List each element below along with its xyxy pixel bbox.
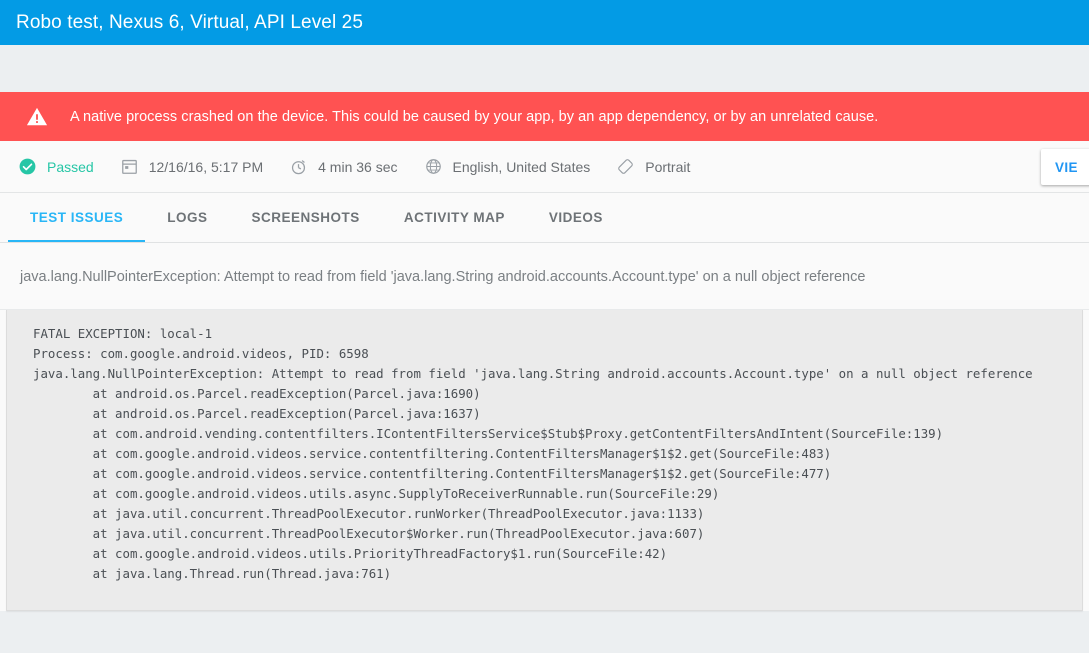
- stack-trace-line: FATAL EXCEPTION: local-1: [33, 326, 213, 341]
- calendar-icon: [121, 159, 137, 174]
- app-bar: Robo test, Nexus 6, Virtual, API Level 2…: [0, 0, 1089, 45]
- status-label: Passed: [47, 158, 94, 175]
- globe-icon: [425, 159, 441, 174]
- tab-test-issues[interactable]: TEST ISSUES: [8, 193, 146, 242]
- tab-test-issues-label: TEST ISSUES: [30, 210, 124, 225]
- tab-logs[interactable]: LOGS: [145, 193, 229, 242]
- stack-trace-line: at com.google.android.videos.utils.Prior…: [33, 546, 668, 561]
- screen-rotation-icon: [618, 159, 634, 174]
- exception-summary[interactable]: java.lang.NullPointerException: Attempt …: [0, 243, 1089, 310]
- tab-logs-label: LOGS: [167, 210, 208, 225]
- stopwatch-icon: [292, 160, 306, 175]
- stack-trace-line: at com.google.android.videos.service.con…: [33, 446, 832, 461]
- view-button-label: VIE: [1055, 159, 1078, 175]
- tab-activity-map-label: ACTIVITY MAP: [403, 210, 505, 225]
- meta-item-orientation: Portrait: [616, 157, 690, 176]
- check-circle-icon: [19, 158, 36, 175]
- stack-trace-line: at android.os.Parcel.readException(Parce…: [33, 386, 481, 401]
- tab-videos-label: VIDEOS: [548, 210, 603, 225]
- error-banner: A native process crashed on the device. …: [0, 92, 1089, 141]
- warning-triangle-icon: [26, 107, 48, 125]
- meta-item-date: 12/16/16, 5:17 PM: [120, 157, 263, 176]
- meta-item-locale: English, United States: [424, 157, 591, 176]
- stack-trace-line: at java.util.concurrent.ThreadPoolExecut…: [33, 506, 705, 521]
- stack-trace-line: Process: com.google.android.videos, PID:…: [33, 346, 369, 361]
- test-meta-strip: Passed 12/16/16, 5:17 PM 4 min 36 sec En…: [0, 141, 1089, 193]
- stack-trace-log[interactable]: FATAL EXCEPTION: local-1 Process: com.goo…: [6, 310, 1083, 611]
- tab-screenshots-label: SCREENSHOTS: [251, 210, 360, 225]
- tab-activity-map[interactable]: ACTIVITY MAP: [382, 193, 527, 242]
- stack-trace-line: at com.google.android.videos.service.con…: [33, 466, 832, 481]
- meta-locale-label: English, United States: [452, 158, 591, 175]
- page-title: Robo test, Nexus 6, Virtual, API Level 2…: [16, 11, 363, 33]
- error-banner-message: A native process crashed on the device. …: [70, 108, 879, 125]
- meta-orientation-label: Portrait: [645, 158, 691, 175]
- stack-trace-line: at com.android.vending.contentfilters.IC…: [33, 426, 944, 441]
- stack-trace-line: at java.lang.Thread.run(Thread.java:761): [33, 566, 392, 581]
- meta-duration-label: 4 min 36 sec: [318, 158, 398, 175]
- tab-bar: TEST ISSUES LOGS SCREENSHOTS ACTIVITY MA…: [0, 193, 1089, 243]
- stack-trace-line: at java.util.concurrent.ThreadPoolExecut…: [33, 526, 705, 541]
- tab-screenshots[interactable]: SCREENSHOTS: [230, 193, 382, 242]
- stack-trace-line: java.lang.NullPointerException: Attempt …: [33, 366, 1033, 381]
- test-issue-card: java.lang.NullPointerException: Attempt …: [0, 243, 1089, 611]
- meta-date-label: 12/16/16, 5:17 PM: [148, 158, 264, 175]
- stack-trace-line: at android.os.Parcel.readException(Parce…: [33, 406, 481, 421]
- tab-videos[interactable]: VIDEOS: [527, 193, 625, 242]
- stack-trace-line: at com.google.android.videos.utils.async…: [33, 486, 720, 501]
- content-spacer: [0, 45, 1089, 92]
- meta-item-duration: 4 min 36 sec: [289, 157, 398, 176]
- view-button[interactable]: VIE: [1041, 149, 1089, 185]
- status-badge: Passed: [18, 157, 94, 176]
